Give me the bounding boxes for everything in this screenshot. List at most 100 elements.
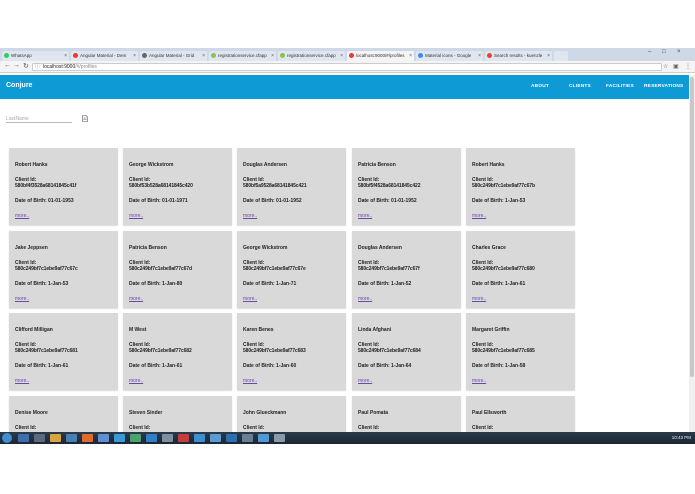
taskbar-app-icon[interactable] xyxy=(98,434,109,442)
date-of-birth: Date of Birth: 1-Jan-80 xyxy=(129,281,183,287)
client-id-value: 580c249bf7c1ebe9af77c67b xyxy=(472,183,535,189)
client-card: Patricia Benson Client Id: 580c249bf7c1ebe… xyxy=(123,231,232,308)
more-link[interactable]: more.. xyxy=(358,213,372,219)
client-id-value: 580bf5f4528a68141845c422 xyxy=(358,183,421,189)
date-of-birth: Date of Birth: 1-Jan-61 xyxy=(15,363,69,369)
taskbar-app-icon[interactable] xyxy=(194,434,205,442)
client-card: Denise Moore Client Id: xyxy=(9,396,118,432)
date-of-birth: Date of Birth: 1-Jan-52 xyxy=(358,281,412,287)
date-of-birth: Date of Birth: 1-Jan-61 xyxy=(472,281,526,287)
date-of-birth: Date of Birth: 01-01-1952 xyxy=(243,198,302,204)
start-button[interactable] xyxy=(2,433,12,443)
client-card: John Glueckmann Client Id: xyxy=(237,396,346,432)
client-name: Douglas Andersen xyxy=(243,162,287,168)
client-card-grid: Robert Hanks Client Id: 580bf4f3528a681418… xyxy=(0,0,689,432)
client-name: Clifford Milligan xyxy=(15,327,53,333)
taskbar-app-icon[interactable] xyxy=(66,434,77,442)
client-id-label: Client Id: xyxy=(243,425,265,431)
taskbar-app-icon[interactable] xyxy=(210,434,221,442)
client-name: Patricia Benson xyxy=(358,162,396,168)
client-name: Paul Ellsworth xyxy=(472,410,507,416)
client-name: M West xyxy=(129,327,147,333)
taskbar-app-icon[interactable] xyxy=(178,434,189,442)
client-id-value: 580bf4f3528a68141845c41f xyxy=(15,183,77,189)
taskbar-app-icon[interactable] xyxy=(130,434,141,442)
client-name: Paul Pomata xyxy=(358,410,389,416)
more-link[interactable]: more.. xyxy=(129,296,143,302)
more-link[interactable]: more.. xyxy=(472,378,486,384)
taskbar-app-icon[interactable] xyxy=(258,434,269,442)
client-id-label: Client Id: xyxy=(129,425,151,431)
client-id-value: 580c249bf7c1ebe9af77c67c xyxy=(15,266,78,272)
more-link[interactable]: more.. xyxy=(15,378,29,384)
page-margin-bottom xyxy=(0,444,695,494)
client-id-label: Client Id: xyxy=(15,425,37,431)
client-card: Karen Benes Client Id: 580c249bf7c1ebe9af7… xyxy=(237,313,346,390)
client-id-value: 580c249bf7c1ebe9af77c681 xyxy=(15,348,78,354)
more-link[interactable]: more.. xyxy=(472,296,486,302)
client-name: Steven Sinder xyxy=(129,410,163,416)
client-id-value: 580c249bf7c1ebe9af77c685 xyxy=(472,348,535,354)
client-id-value: 580c249bf7c1ebe9af77c67d xyxy=(129,266,192,272)
more-link[interactable]: more.. xyxy=(129,378,143,384)
client-name: Charles Grace xyxy=(472,245,506,251)
client-card: Linda Afghani Client Id: 580c249bf7c1ebe9a… xyxy=(352,313,461,390)
taskbar-app-icon[interactable] xyxy=(18,434,29,442)
taskbar-app-icon[interactable] xyxy=(162,434,173,442)
more-link[interactable]: more.. xyxy=(15,213,29,219)
client-name: Karen Benes xyxy=(243,327,274,333)
client-id-label: Client Id: xyxy=(472,425,494,431)
taskbar-app-icon[interactable] xyxy=(226,434,237,442)
client-name: Margaret Griffin xyxy=(472,327,510,333)
taskbar-app-icon[interactable] xyxy=(34,434,45,442)
client-name: Jake Jeppsen xyxy=(15,245,48,251)
client-name: John Glueckmann xyxy=(243,410,287,416)
client-card: Margaret Griffin Client Id: 580c249bf7c1eb… xyxy=(466,313,575,390)
more-link[interactable]: more.. xyxy=(243,378,257,384)
client-name: George Wickstrom xyxy=(129,162,174,168)
client-card: M West Client Id: 580c249bf7c1ebe9af77c682… xyxy=(123,313,232,390)
taskbar-app-icon[interactable] xyxy=(50,434,61,442)
taskbar-app-icon[interactable] xyxy=(82,434,93,442)
date-of-birth: Date of Birth: 1-Jan-61 xyxy=(129,363,183,369)
client-card: Paul Pomata Client Id: xyxy=(352,396,461,432)
client-id-value: 580c249bf7c1ebe9af77c67e xyxy=(243,266,306,272)
client-card: Robert Hanks Client Id: 580c249bf7c1ebe9af… xyxy=(466,148,575,225)
client-card: Steven Sinder Client Id: xyxy=(123,396,232,432)
taskbar-app-icon[interactable] xyxy=(114,434,125,442)
more-link[interactable]: more.. xyxy=(15,296,29,302)
date-of-birth: Date of Birth: 1-Jan-64 xyxy=(358,363,412,369)
client-name: Patricia Benson xyxy=(129,245,167,251)
client-id-value: 580c249bf7c1ebe9af77c680 xyxy=(472,266,535,272)
client-card: Charles Grace Client Id: 580c249bf7c1ebe9a… xyxy=(466,231,575,308)
more-link[interactable]: more.. xyxy=(243,213,257,219)
more-link[interactable]: more.. xyxy=(358,296,372,302)
page-scrollbar[interactable] xyxy=(689,75,695,432)
client-name: Robert Hanks xyxy=(15,162,48,168)
date-of-birth: Date of Birth: 01-01-1953 xyxy=(15,198,74,204)
date-of-birth: Date of Birth: 1-Jan-71 xyxy=(243,281,297,287)
taskbar-app-icon[interactable] xyxy=(242,434,253,442)
date-of-birth: Date of Birth: 1-Jan-53 xyxy=(15,281,69,287)
client-card: Robert Hanks Client Id: 580bf4f3528a681418… xyxy=(9,148,118,225)
taskbar-app-icon[interactable] xyxy=(274,434,285,442)
os-taskbar: 10:43 PM xyxy=(0,432,695,444)
more-link[interactable]: more.. xyxy=(243,296,257,302)
more-link[interactable]: more.. xyxy=(472,213,486,219)
taskbar-app-icon[interactable] xyxy=(146,434,157,442)
client-card: Jake Jeppsen Client Id: 580c249bf7c1ebe9af… xyxy=(9,231,118,308)
client-id-value: 580bf53b528a68141845c420 xyxy=(129,183,193,189)
more-link[interactable]: more.. xyxy=(358,378,372,384)
date-of-birth: Date of Birth: 1-Jan-58 xyxy=(472,363,526,369)
client-id-value: 580bf5a9528a68141845c421 xyxy=(243,183,307,189)
client-id-value: 580c249bf7c1ebe9af77c67f xyxy=(358,266,420,272)
client-name: Denise Moore xyxy=(15,410,48,416)
client-card: George Wickstrom Client Id: 580bf53b528a68… xyxy=(123,148,232,225)
more-link[interactable]: more.. xyxy=(129,213,143,219)
taskbar-clock: 10:43 PM xyxy=(671,435,691,440)
scrollbar-thumb[interactable] xyxy=(690,77,694,377)
client-name: Linda Afghani xyxy=(358,327,392,333)
date-of-birth: Date of Birth: 1-Jan-53 xyxy=(472,198,526,204)
date-of-birth: Date of Birth: 1-Jan-60 xyxy=(243,363,297,369)
date-of-birth: Date of Birth: 01-01-1971 xyxy=(129,198,188,204)
